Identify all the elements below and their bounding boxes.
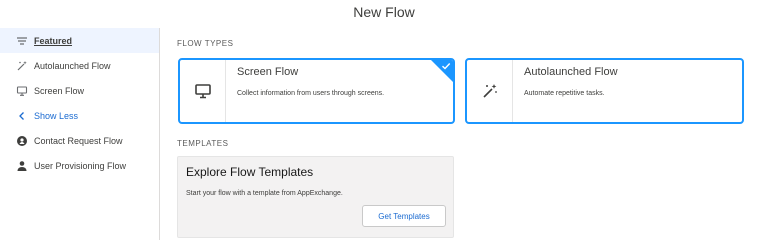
autolaunched-flow-card[interactable]: Autolaunched Flow Automate repetitive ta… — [465, 58, 744, 124]
card-title: Autolaunched Flow — [524, 66, 618, 78]
main-panel: FLOW TYPES Screen Flow Collect informati… — [160, 28, 758, 250]
monitor-icon — [16, 85, 28, 97]
chevron-left-icon — [16, 110, 28, 122]
sidebar-item-label: Featured — [34, 35, 73, 46]
magic-wand-icon — [467, 60, 513, 122]
get-templates-button[interactable]: Get Templates — [362, 205, 446, 227]
magic-wand-icon — [16, 60, 28, 72]
sidebar-item-label: Show Less — [34, 110, 79, 121]
monitor-icon — [180, 60, 226, 122]
explore-templates-card: Explore Flow Templates Start your flow w… — [177, 156, 454, 238]
modal-title: New Flow — [353, 4, 415, 20]
sidebar-item-autolaunched-flow[interactable]: Autolaunched Flow — [0, 53, 159, 78]
sidebar-item-show-less[interactable]: Show Less — [0, 103, 159, 128]
screen-flow-card[interactable]: Screen Flow Collect information from use… — [178, 58, 455, 124]
templates-heading: TEMPLATES — [177, 139, 229, 148]
sidebar-item-label: Contact Request Flow — [34, 135, 123, 146]
featured-icon — [16, 35, 28, 47]
sidebar-item-featured[interactable]: Featured — [0, 28, 159, 53]
flow-types-heading: FLOW TYPES — [177, 39, 234, 48]
card-description: Collect information from users through s… — [237, 90, 385, 97]
sidebar-item-label: Screen Flow — [34, 85, 85, 96]
user-icon — [16, 160, 28, 172]
sidebar-item-user-provisioning-flow[interactable]: User Provisioning Flow — [0, 153, 159, 178]
template-card-description: Start your flow with a template from App… — [186, 190, 343, 197]
contact-request-icon — [16, 135, 28, 147]
card-description: Automate repetitive tasks. — [524, 90, 605, 97]
sidebar-item-screen-flow[interactable]: Screen Flow — [0, 78, 159, 103]
sidebar-item-contact-request-flow[interactable]: Contact Request Flow — [0, 128, 159, 153]
checkmark-icon — [442, 63, 451, 70]
card-title: Screen Flow — [237, 66, 299, 78]
sidebar-item-label: User Provisioning Flow — [34, 160, 127, 171]
sidebar-item-label: Autolaunched Flow — [34, 60, 111, 71]
sidebar: Featured Autolaunched Flow Screen Flow S… — [0, 28, 160, 240]
template-card-title: Explore Flow Templates — [186, 165, 314, 179]
modal-body: Featured Autolaunched Flow Screen Flow S… — [0, 28, 768, 250]
